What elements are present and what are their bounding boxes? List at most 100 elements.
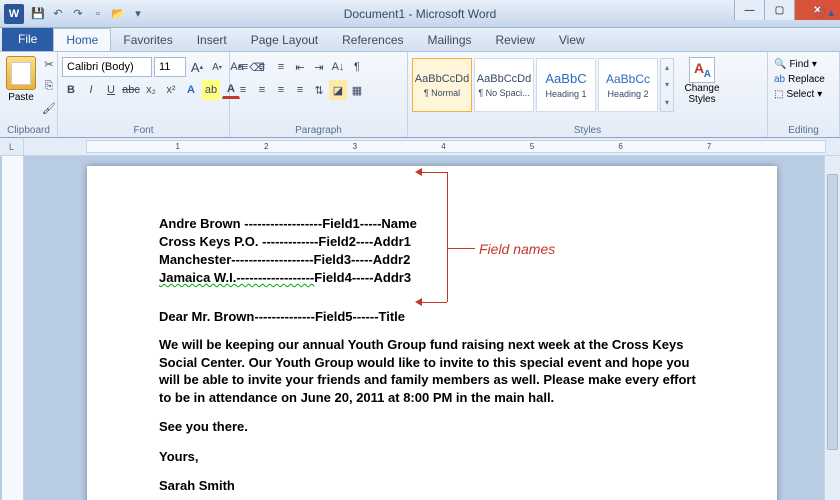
tab-favorites[interactable]: Favorites [111, 29, 184, 51]
group-label-editing: Editing [768, 125, 839, 136]
save-icon[interactable]: 💾 [30, 6, 46, 22]
help-icon[interactable]: ⓘ ▴ [814, 4, 834, 20]
arrowhead-icon [415, 298, 422, 306]
document-page[interactable]: Andre Brown ------------------Field1----… [87, 166, 777, 500]
title-bar: W 💾 ↶ ↷ ▫ 📂 ▾ Document1 - Microsoft Word… [0, 0, 840, 28]
cut-icon[interactable]: ✂ [40, 54, 58, 74]
shrink-font-icon[interactable]: A▾ [208, 57, 226, 77]
group-paragraph: •≡ ≡ ≡ ⇤ ⇥ A↓ ¶ ≡ ≡ ≡ ≡ ⇅ ◪ ▦ Paragraph [230, 52, 408, 137]
field-line-4: Jamaica W.I.------------------Field4----… [159, 270, 705, 285]
numbering-icon[interactable]: ≡ [253, 57, 271, 77]
borders-icon[interactable]: ▦ [348, 80, 366, 100]
undo-icon[interactable]: ↶ [50, 6, 66, 22]
font-size-combo[interactable]: 11 [154, 57, 186, 77]
superscript-button[interactable]: x² [162, 80, 180, 100]
annotation-bracket [447, 172, 448, 302]
scrollbar-thumb[interactable] [827, 174, 838, 450]
group-label-paragraph: Paragraph [230, 125, 407, 136]
replace-button[interactable]: abReplace [774, 74, 825, 85]
quick-access-toolbar: 💾 ↶ ↷ ▫ 📂 ▾ [30, 6, 146, 22]
tab-home[interactable]: Home [53, 28, 111, 51]
annotation-leader [447, 248, 475, 249]
align-left-icon[interactable]: ≡ [234, 80, 252, 100]
sort-icon[interactable]: A↓ [329, 57, 347, 77]
group-label-clipboard: Clipboard [0, 125, 57, 136]
open-folder-icon[interactable]: 📂 [110, 6, 126, 22]
tab-page-layout[interactable]: Page Layout [239, 29, 330, 51]
align-center-icon[interactable]: ≡ [253, 80, 271, 100]
word-app-icon: W [4, 4, 24, 24]
select-button[interactable]: ⬚Select ▾ [774, 89, 822, 100]
paste-button[interactable]: Paste [4, 54, 38, 105]
increase-indent-icon[interactable]: ⇥ [310, 57, 328, 77]
highlight-icon[interactable]: ab [202, 80, 220, 100]
ruler-corner: L [0, 138, 24, 155]
decrease-indent-icon[interactable]: ⇤ [291, 57, 309, 77]
tab-references[interactable]: References [330, 29, 415, 51]
line-spacing-icon[interactable]: ⇅ [310, 80, 328, 100]
group-styles: AaBbCcDd ¶ Normal AaBbCcDd ¶ No Spaci...… [408, 52, 768, 137]
format-painter-icon[interactable]: 🖌 [40, 98, 58, 118]
tab-view[interactable]: View [547, 29, 597, 51]
annotation-arrow-top [422, 172, 447, 173]
maximize-button[interactable]: ▢ [764, 0, 794, 20]
replace-icon: ab [774, 74, 785, 85]
tab-review[interactable]: Review [484, 29, 547, 51]
see-you-line: See you there. [159, 418, 705, 436]
vertical-scrollbar[interactable] [824, 156, 840, 500]
justify-icon[interactable]: ≡ [291, 80, 309, 100]
annotation-arrow-bottom [422, 302, 447, 303]
show-marks-icon[interactable]: ¶ [348, 57, 366, 77]
ruler-scale[interactable]: 1 2 3 4 5 6 7 [86, 140, 826, 153]
window-title: Document1 - Microsoft Word [344, 7, 497, 21]
copy-icon[interactable]: ⎘ [40, 76, 58, 96]
redo-icon[interactable]: ↷ [70, 6, 86, 22]
minimize-button[interactable]: — [734, 0, 764, 20]
dear-line: Dear Mr. Brown--------------Field5------… [159, 309, 705, 324]
style-heading-1[interactable]: AaBbC Heading 1 [536, 58, 596, 112]
group-font: Calibri (Body) 11 A▴ A▾ Aa ⌫ B I U abc x… [58, 52, 230, 137]
grow-font-icon[interactable]: A▴ [188, 57, 206, 77]
paste-label: Paste [8, 92, 34, 103]
underline-button[interactable]: U [102, 80, 120, 100]
strikethrough-button[interactable]: abc [122, 80, 140, 100]
find-button[interactable]: 🔍Find ▾ [774, 59, 817, 70]
closing-line: Yours, [159, 448, 705, 466]
tab-file[interactable]: File [2, 27, 53, 51]
style-normal[interactable]: AaBbCcDd ¶ Normal [412, 58, 472, 112]
bullets-icon[interactable]: •≡ [234, 57, 252, 77]
change-styles-icon [689, 57, 715, 83]
align-right-icon[interactable]: ≡ [272, 80, 290, 100]
signature-line: Sarah Smith [159, 477, 705, 495]
select-icon: ⬚ [774, 89, 783, 100]
style-heading-2[interactable]: AaBbCc Heading 2 [598, 58, 658, 112]
subscript-button[interactable]: x₂ [142, 80, 160, 100]
field-line-2: Cross Keys P.O. -------------Field2----A… [159, 234, 705, 249]
ribbon-tabs: File Home Favorites Insert Page Layout R… [0, 28, 840, 52]
group-editing: 🔍Find ▾ abReplace ⬚Select ▾ Editing [768, 52, 840, 137]
clipboard-icon [6, 56, 36, 90]
style-no-spacing[interactable]: AaBbCcDd ¶ No Spaci... [474, 58, 534, 112]
group-label-font: Font [58, 125, 229, 136]
style-gallery-scroll[interactable]: ▴▾▾ [660, 58, 674, 112]
qat-dropdown-icon[interactable]: ▾ [130, 6, 146, 22]
field-line-3: Manchester-------------------Field3-----… [159, 252, 705, 267]
find-icon: 🔍 [774, 59, 786, 70]
body-paragraph: We will be keeping our annual Youth Grou… [159, 336, 705, 406]
style-gallery: AaBbCcDd ¶ Normal AaBbCcDd ¶ No Spaci...… [412, 57, 674, 113]
shading-icon[interactable]: ◪ [329, 80, 347, 100]
tab-mailings[interactable]: Mailings [416, 29, 484, 51]
tab-insert[interactable]: Insert [185, 29, 239, 51]
new-icon[interactable]: ▫ [90, 6, 106, 22]
group-label-styles: Styles [408, 125, 767, 136]
page-area: Andre Brown ------------------Field1----… [24, 156, 840, 500]
font-family-combo[interactable]: Calibri (Body) [62, 57, 152, 77]
change-styles-button[interactable]: Change Styles [678, 57, 726, 105]
text-effects-icon[interactable]: A [182, 80, 200, 100]
vertical-ruler[interactable] [2, 156, 24, 500]
multilevel-icon[interactable]: ≡ [272, 57, 290, 77]
document-workspace: Andre Brown ------------------Field1----… [0, 156, 840, 500]
field-line-1: Andre Brown ------------------Field1----… [159, 216, 705, 231]
bold-button[interactable]: B [62, 80, 80, 100]
italic-button[interactable]: I [82, 80, 100, 100]
